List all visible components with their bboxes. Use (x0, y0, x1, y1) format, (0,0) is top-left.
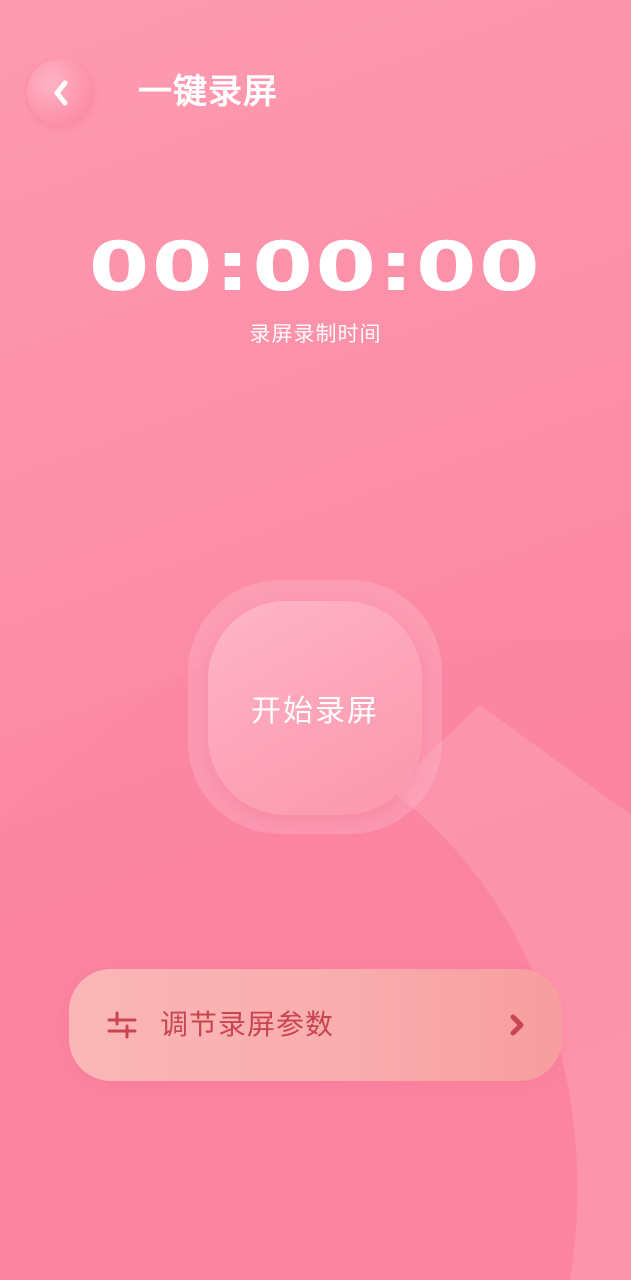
adjust-recording-settings-button[interactable]: 调节录屏参数 (69, 969, 562, 1081)
timer-caption: 录屏录制时间 (249, 322, 382, 346)
start-recording-button[interactable]: 开始录屏 (208, 601, 422, 815)
start-recording-label: 开始录屏 (251, 694, 379, 729)
back-button[interactable] (27, 59, 94, 126)
chevron-right-icon (510, 1014, 524, 1036)
recording-timer: 00:00:00 (88, 228, 543, 307)
chevron-left-icon (54, 80, 67, 105)
settings-label: 调节录屏参数 (160, 1008, 335, 1041)
sliders-icon (107, 1011, 137, 1039)
page-title: 一键录屏 (138, 72, 278, 112)
